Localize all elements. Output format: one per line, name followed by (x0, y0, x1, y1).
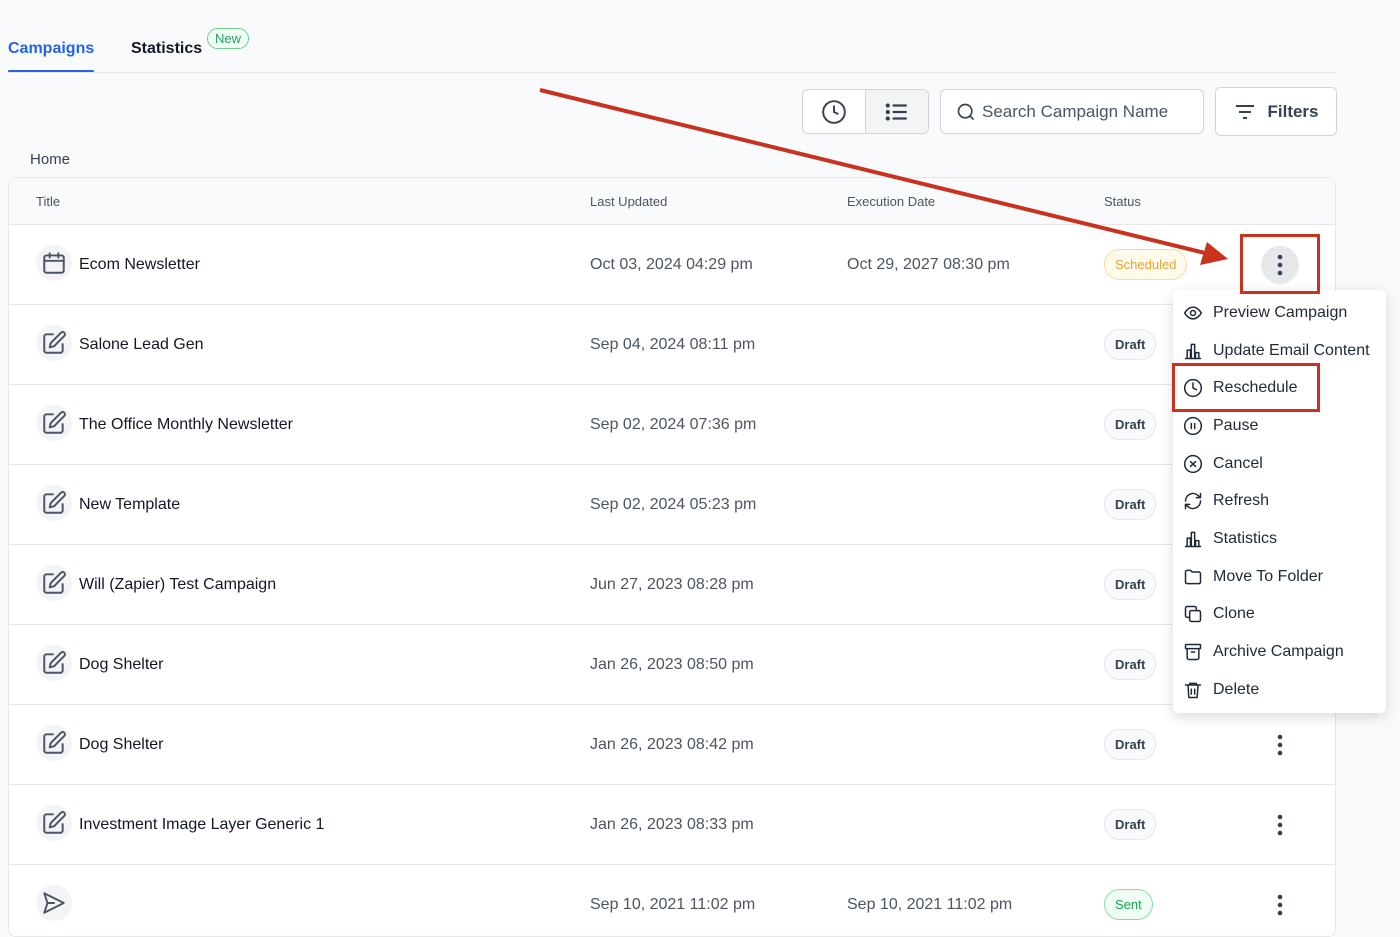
annotation-box-kebab (1240, 234, 1320, 294)
annotation-box-reschedule (1172, 363, 1320, 412)
annotation-arrow (539, 88, 1228, 265)
